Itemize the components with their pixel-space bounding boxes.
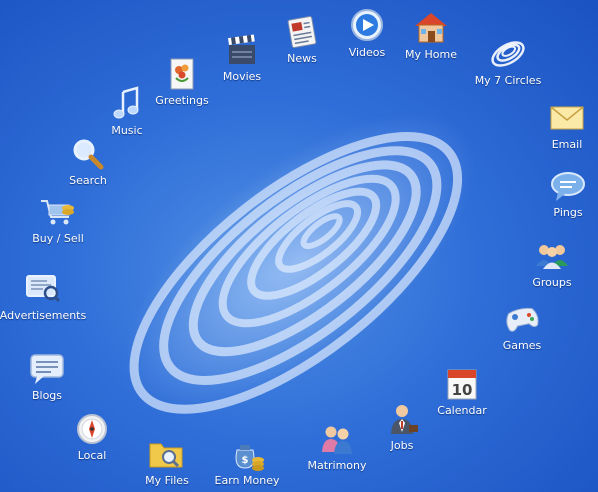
magnifier-icon [68, 136, 108, 172]
compass-icon [72, 411, 112, 447]
matrimony-item[interactable]: Matrimony [292, 421, 382, 472]
my-files-label: My Files [145, 474, 189, 487]
jobs-label: Jobs [390, 439, 414, 452]
calendar-day-number: 10 [452, 381, 473, 399]
chat-bubble-icon [548, 168, 588, 204]
news-icon [282, 14, 322, 50]
blog-bubble-icon [27, 351, 67, 387]
search-item[interactable]: Search [43, 136, 133, 187]
groups-label: Groups [532, 276, 572, 289]
my-home-label: My Home [405, 48, 457, 61]
news-label: News [287, 52, 317, 65]
couple-icon [317, 421, 357, 457]
ad-monitor-icon [23, 271, 63, 307]
pings-label: Pings [553, 206, 583, 219]
envelope-icon [547, 100, 587, 136]
desktop-stage: News Videos My Home My 7 Circles Movies … [0, 0, 598, 492]
my-7-circles-item[interactable]: My 7 Circles [463, 36, 553, 87]
blogs-label: Blogs [31, 389, 63, 402]
my-files-item[interactable]: My Files [122, 436, 212, 487]
advertisements-item[interactable]: Advertisements [0, 271, 88, 322]
buy-sell-label: Buy / Sell [32, 232, 84, 245]
buy-sell-item[interactable]: Buy / Sell [13, 194, 103, 245]
movies-label: Movies [222, 70, 262, 83]
games-item[interactable]: Games [477, 301, 567, 352]
circles-icon [488, 36, 528, 72]
videos-label: Videos [348, 46, 386, 59]
pings-item[interactable]: Pings [523, 168, 598, 219]
music-item[interactable]: Music [82, 86, 172, 137]
local-label: Local [77, 449, 107, 462]
folder-search-icon [147, 436, 187, 472]
businessman-icon [382, 401, 422, 437]
home-icon [411, 10, 451, 46]
shopping-cart-icon [38, 194, 78, 230]
play-icon [347, 8, 387, 44]
search-label: Search [69, 174, 107, 187]
music-note-icon [107, 86, 147, 122]
earn-money-label: Earn Money [214, 474, 280, 487]
games-label: Games [502, 339, 542, 352]
groups-item[interactable]: Groups [507, 238, 597, 289]
email-label: Email [551, 138, 583, 151]
gamepad-icon [502, 301, 542, 337]
calendar-icon: 10 [442, 366, 482, 402]
matrimony-label: Matrimony [307, 459, 367, 472]
blogs-item[interactable]: Blogs [2, 351, 92, 402]
group-icon [532, 238, 572, 274]
my-7-circles-label: My 7 Circles [474, 74, 542, 87]
money-bag-icon: $ [227, 436, 267, 472]
svg-text:$: $ [242, 455, 249, 466]
advertisements-label: Advertisements [0, 309, 87, 322]
clapperboard-icon [222, 32, 262, 68]
email-item[interactable]: Email [522, 100, 598, 151]
earn-money-item[interactable]: $ Earn Money [202, 436, 292, 487]
